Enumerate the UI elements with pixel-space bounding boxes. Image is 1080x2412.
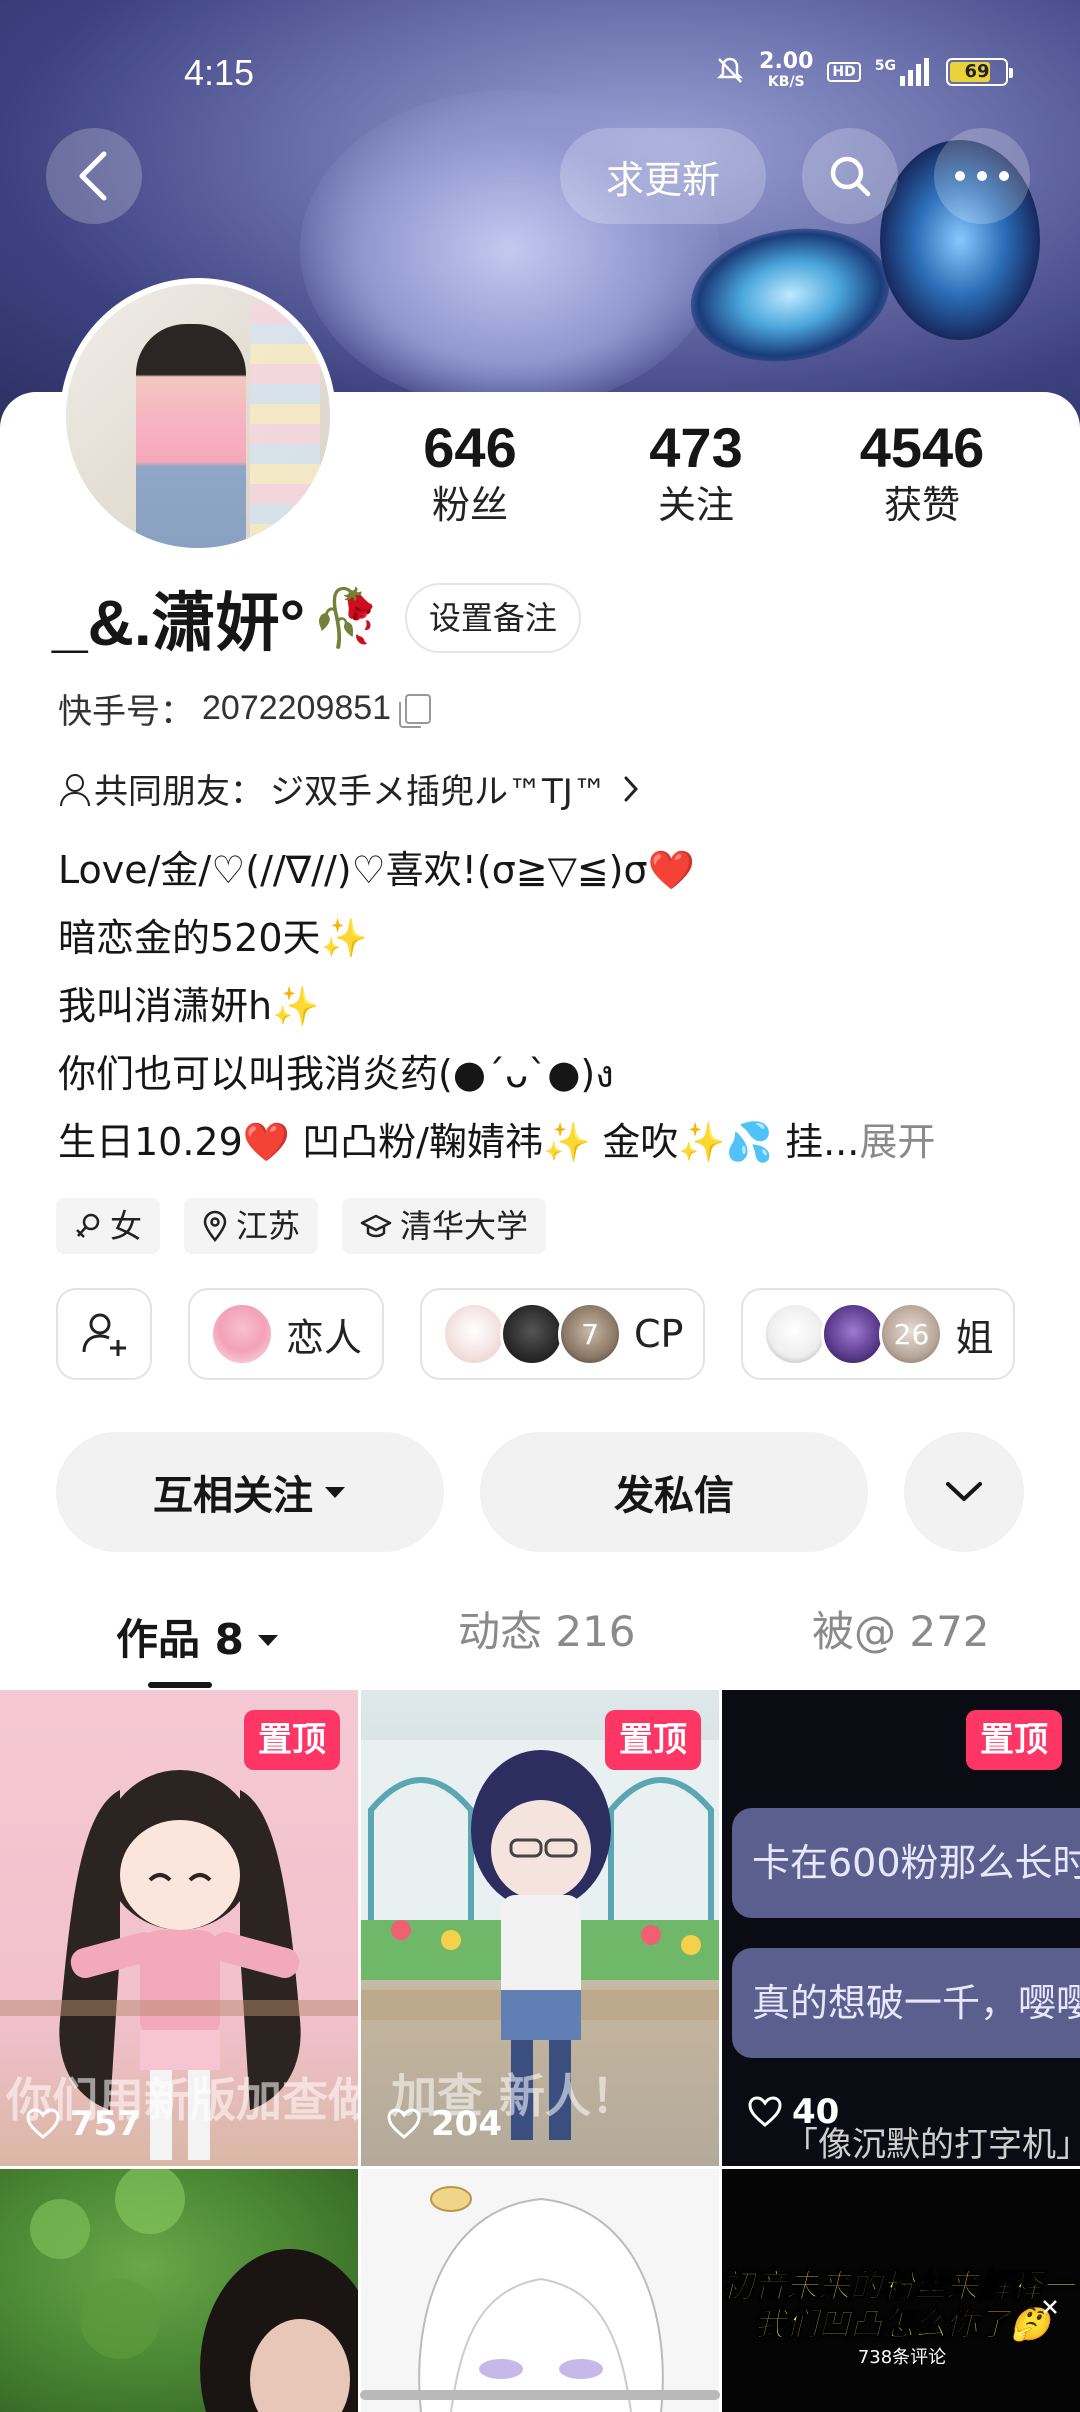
mute-icon <box>715 55 745 90</box>
add-user-icon <box>82 1313 126 1356</box>
caret-down-icon <box>325 1487 345 1498</box>
send-message-button[interactable]: 发私信 <box>480 1432 868 1552</box>
home-indicator[interactable] <box>360 2390 720 2400</box>
bio-line-last: 生日10.29❤️ 凹凸粉/鞠婧祎✨ 金吹✨💦 挂...展开 <box>58 1120 936 1164</box>
set-note-button[interactable]: 设置备注 <box>404 583 581 653</box>
mutual-label: 共同朋友： <box>94 772 264 812</box>
graduation-cap-icon <box>360 1214 392 1238</box>
pinned-badge: 置顶 <box>244 1710 340 1770</box>
like-count: 757 <box>26 2104 141 2144</box>
avatar: 26 <box>879 1302 944 1366</box>
action-buttons: 互相关注 发私信 <box>56 1432 1024 1552</box>
relation-cp[interactable]: 7 CP <box>420 1288 706 1380</box>
status-time: 4:15 <box>184 52 255 93</box>
caret-down-icon <box>257 1635 278 1646</box>
avatar <box>442 1302 507 1366</box>
pinned-badge: 置顶 <box>605 1710 701 1770</box>
pinned-badge: 置顶 <box>966 1710 1062 1770</box>
tab-active-indicator <box>148 1682 212 1688</box>
bio-line: 我叫消潇妍h✨ <box>58 984 320 1028</box>
relations-row: 恋人 7 CP 26 姐 <box>56 1288 1016 1380</box>
kwai-id-label: 快手号： <box>58 692 194 732</box>
chat-bubble: 卡在600粉那么长时 <box>732 1808 1080 1918</box>
relation-sister[interactable]: 26 姐 <box>741 1288 1016 1380</box>
content-tabs: 作品 8 动态 216 被@ 272 <box>0 1592 1080 1688</box>
status-bar: 4:15 2.00 KB/S HD 5G 69 <box>0 0 1080 140</box>
battery-icon: 69 <box>946 58 1013 86</box>
user-icon <box>58 772 90 806</box>
mutual-friends-row[interactable]: 共同朋友： ジ双手メ插兜ル™TJ™ <box>58 764 641 813</box>
tag-gender: 女 <box>56 1198 161 1254</box>
expand-more-button[interactable] <box>904 1432 1024 1552</box>
like-count: 40 <box>748 2092 839 2132</box>
stat-likes[interactable]: 4546 获赞 <box>822 416 1022 530</box>
heart-icon <box>387 2108 421 2140</box>
avatar: 7 <box>558 1302 623 1366</box>
female-icon <box>76 1213 100 1238</box>
bio-line: 你们也可以叫我消炎药(●´ᴗ`●)ง <box>58 1052 614 1096</box>
work-thumbnail[interactable] <box>0 2169 358 2412</box>
chevron-down-icon <box>946 1482 982 1501</box>
back-button[interactable] <box>46 128 142 224</box>
chat-bubble: 真的想破一千，嘤嘤 <box>732 1948 1080 2058</box>
work-thumbnail[interactable] <box>361 2169 719 2412</box>
expand-link[interactable]: 展开 <box>859 1120 935 1164</box>
tag-school: 清华大学 <box>342 1198 547 1254</box>
avatar <box>210 1302 274 1366</box>
stat-followers[interactable]: 646 粉丝 <box>370 416 570 530</box>
request-update-button[interactable]: 求更新 <box>560 128 766 224</box>
tab-moments[interactable]: 动态 216 <box>458 1592 636 1688</box>
profile-bio: Love/金/♡(//∇//)♡喜欢!(σ≧▽≦)σ❤️ 暗恋金的520天✨ 我… <box>58 836 1038 1176</box>
rose-emoji: 🥀 <box>311 586 381 651</box>
profile-name: _&.潇妍° <box>52 587 306 659</box>
relation-lover[interactable]: 恋人 <box>188 1288 385 1380</box>
mutual-follow-button[interactable]: 互相关注 <box>56 1432 444 1552</box>
status-icons: 2.00 KB/S HD 5G 69 <box>715 49 1013 92</box>
search-icon <box>830 156 871 197</box>
kwai-id-value: 2072209851 <box>202 689 392 727</box>
work-thumbnail[interactable]: 加查 新人！ 置顶 204 <box>361 1690 719 2166</box>
work-thumbnail[interactable]: 卡在600粉那么长时 真的想破一千，嘤嘤 「像沉默的打字机」 置顶 40 <box>722 1690 1080 2166</box>
works-grid: 你们用新版加查做 置顶 757 加查 新人！ 置顶 204 卡在600粉那么长时… <box>0 1690 1080 2412</box>
more-dots-icon <box>955 171 1009 181</box>
chevron-right-icon <box>624 776 638 801</box>
work-thumbnail[interactable]: 初音未来的粉丝来解释一下 我们凹凸怎么你了🤔 738条评论 <box>722 2169 1080 2412</box>
stat-following[interactable]: 473 关注 <box>596 416 796 530</box>
add-relation-button[interactable] <box>56 1288 152 1380</box>
bio-line: Love/金/♡(//∇//)♡喜欢!(σ≧▽≦)σ❤️ <box>58 848 695 892</box>
search-button[interactable] <box>802 128 898 224</box>
location-icon <box>203 1210 227 1242</box>
tab-mentioned[interactable]: 被@ 272 <box>812 1592 990 1688</box>
more-options-button[interactable] <box>934 128 1030 224</box>
net-speed: 2.00 KB/S <box>759 49 814 91</box>
mutual-friend-name: ジ双手メ插兜ル™TJ™ <box>270 772 607 812</box>
work-thumbnail[interactable]: 你们用新版加查做 置顶 757 <box>0 1690 358 2166</box>
hd-badge: HD <box>827 62 861 82</box>
avatar <box>763 1302 828 1366</box>
bio-line: 暗恋金的520天✨ <box>58 916 368 960</box>
heart-icon <box>748 2096 782 2128</box>
like-count: 204 <box>387 2104 502 2144</box>
heart-icon <box>26 2108 60 2140</box>
name-row: _&.潇妍° 🥀 设置备注 <box>52 578 581 659</box>
tab-works[interactable]: 作品 8 <box>116 1592 280 1688</box>
tag-location: 江苏 <box>184 1198 319 1254</box>
kwai-id-row[interactable]: 快手号： 2072209851 <box>58 684 432 733</box>
avatar[interactable] <box>60 278 336 554</box>
chevron-left-icon <box>79 151 107 201</box>
close-icon <box>1043 2300 1057 2314</box>
profile-tags: 女 江苏 清华大学 <box>56 1198 547 1254</box>
avatar <box>500 1302 565 1366</box>
avatar <box>821 1302 886 1366</box>
copy-icon[interactable] <box>399 693 432 728</box>
signal-icon: 5G <box>875 58 932 86</box>
